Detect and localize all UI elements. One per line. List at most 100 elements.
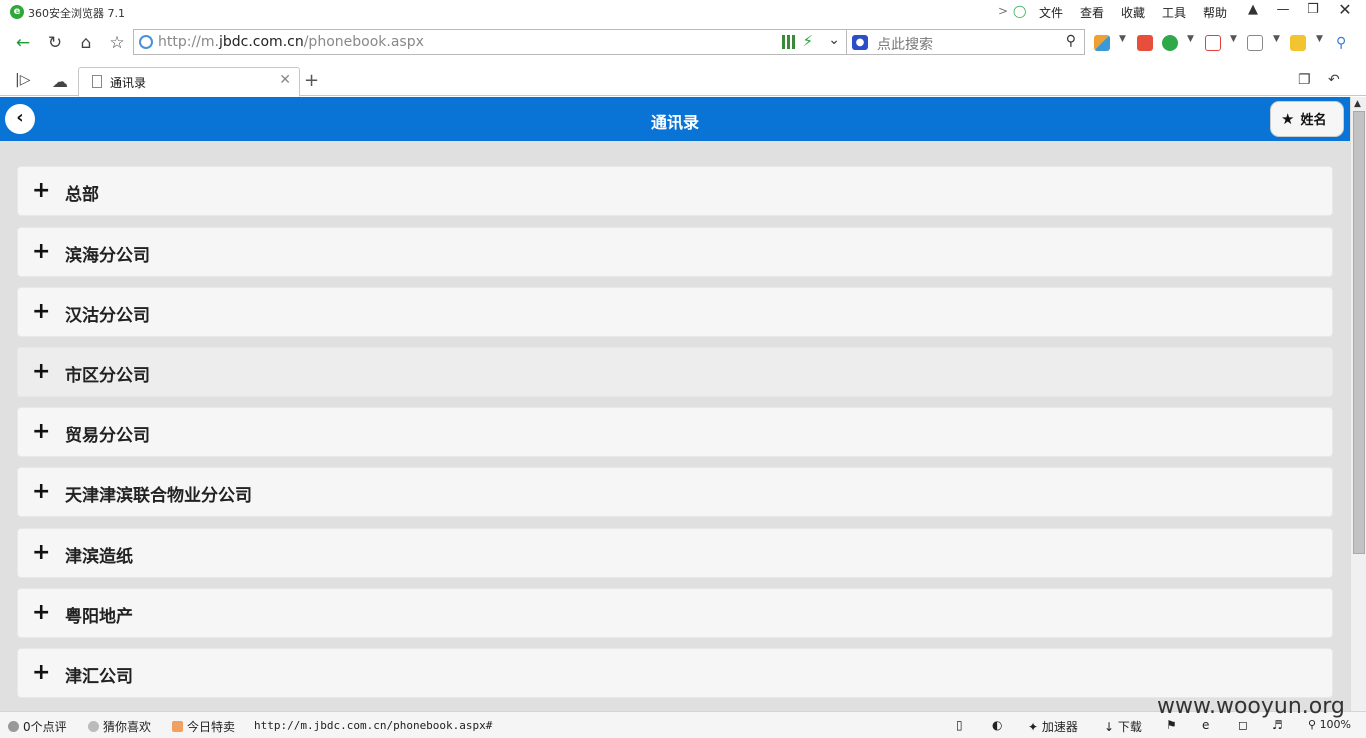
expand-icon[interactable]: +: [32, 479, 50, 505]
expand-icon[interactable]: +: [32, 359, 50, 385]
tab-bar: |▷ ☁ 通讯录 ✕ + ❐ ↶: [0, 64, 1366, 97]
chevron-down-icon[interactable]: ⌄: [828, 32, 840, 48]
scroll-up-icon[interactable]: ▲: [1354, 99, 1361, 109]
group-item[interactable]: + 贸易分公司: [17, 407, 1333, 457]
app-title: 360安全浏览器 7.1: [28, 7, 125, 20]
adblock-icon[interactable]: [1205, 35, 1221, 51]
chevron-down-icon[interactable]: ▼: [1316, 34, 1323, 44]
shield-icon[interactable]: [1162, 35, 1178, 51]
gift-icon[interactable]: [1290, 35, 1306, 51]
sort-by-name-button[interactable]: ★ 姓名: [1270, 101, 1344, 137]
new-tab-button[interactable]: +: [304, 70, 319, 91]
volume-icon[interactable]: ♬: [1272, 718, 1283, 732]
group-item[interactable]: + 津滨造纸: [17, 528, 1333, 578]
star-favorite-icon[interactable]: ☆: [104, 31, 130, 55]
flag-icon[interactable]: ⚑: [1166, 718, 1177, 732]
group-name: 总部: [65, 185, 99, 205]
title-bar: e 360安全浏览器 7.1 > ◯ 文件 查看 收藏 工具 帮助 ▲ — ❒ …: [0, 0, 1366, 24]
group-name: 市区分公司: [65, 366, 150, 386]
minimize-button[interactable]: —: [1268, 0, 1298, 20]
browser-logo-icon: e: [10, 5, 24, 19]
chevron-right-icon[interactable]: >: [998, 4, 1008, 18]
expand-icon[interactable]: +: [32, 299, 50, 325]
menu-view[interactable]: 查看: [1080, 4, 1104, 21]
tab-list-icon[interactable]: ❐: [1298, 72, 1311, 88]
chevron-down-icon[interactable]: ▼: [1119, 34, 1126, 44]
page-title: 通讯录: [650, 113, 699, 132]
menu-tools[interactable]: 工具: [1162, 4, 1186, 21]
zoom-icon: ⚲: [1308, 718, 1317, 731]
group-item[interactable]: + 津汇公司: [17, 648, 1333, 698]
close-tab-icon[interactable]: ✕: [279, 72, 291, 88]
menu-favorites[interactable]: 收藏: [1121, 4, 1145, 21]
qr-code-icon[interactable]: [782, 35, 796, 49]
calendar-icon[interactable]: [1137, 35, 1153, 51]
globe-icon: [139, 35, 153, 49]
group-name: 汉沽分公司: [65, 306, 150, 326]
search-icon[interactable]: ⚲: [1066, 33, 1076, 49]
close-window-button[interactable]: ✕: [1330, 0, 1360, 20]
page-content: ‹ 通讯录 ★ 姓名 + 总部 + 滨海分公司 + 汉沽分公司 + 市区分公司 +…: [0, 97, 1350, 711]
daily-deals-status[interactable]: 今日特卖: [172, 718, 235, 735]
expand-icon[interactable]: +: [32, 419, 50, 445]
rocket-icon: ✦: [1028, 720, 1039, 734]
download-button[interactable]: ↓ 下载: [1104, 718, 1142, 735]
guess-like-status[interactable]: 猜你喜欢: [88, 718, 151, 735]
chevron-down-icon[interactable]: ▼: [1273, 34, 1280, 44]
expand-icon[interactable]: +: [32, 600, 50, 626]
expand-icon[interactable]: +: [32, 660, 50, 686]
group-name: 天津津滨联合物业分公司: [65, 486, 252, 506]
undo-close-icon[interactable]: ↶: [1328, 72, 1340, 88]
speed-icon[interactable]: ◐: [992, 718, 1002, 732]
phone-icon[interactable]: ▯: [956, 718, 963, 732]
expand-icon[interactable]: +: [32, 178, 50, 204]
apps-icon[interactable]: [1094, 35, 1110, 51]
expand-icon[interactable]: +: [32, 239, 50, 265]
group-item[interactable]: + 市区分公司: [17, 347, 1333, 397]
cloud-icon[interactable]: ☁: [52, 72, 68, 91]
menu-help[interactable]: 帮助: [1203, 4, 1227, 21]
menu-file[interactable]: 文件: [1039, 4, 1063, 21]
magnifier-icon[interactable]: ⚲: [1336, 35, 1352, 51]
lightning-icon[interactable]: ⚡: [802, 32, 813, 50]
group-name: 津滨造纸: [65, 547, 133, 567]
reviews-status[interactable]: 0个点评: [8, 718, 67, 735]
accelerator-button[interactable]: ✦ 加速器: [1028, 718, 1078, 735]
group-item[interactable]: + 天津津滨联合物业分公司: [17, 467, 1333, 517]
page-header: ‹ 通讯录 ★ 姓名: [0, 97, 1350, 141]
home-icon[interactable]: ⌂: [73, 31, 99, 55]
vertical-scrollbar[interactable]: ▲: [1350, 97, 1366, 711]
group-item[interactable]: + 汉沽分公司: [17, 287, 1333, 337]
group-name: 津汇公司: [65, 667, 133, 687]
url-text[interactable]: http://m.jbdc.com.cn/phonebook.aspx: [158, 34, 424, 50]
ie-icon[interactable]: e: [1202, 718, 1209, 732]
tab-label: 通讯录: [110, 76, 147, 90]
search-box[interactable]: ● 点此搜索 ⚲: [847, 29, 1085, 55]
group-name: 粤阳地产: [65, 607, 133, 627]
restore-button[interactable]: ❒: [1298, 0, 1328, 20]
group-item[interactable]: + 总部: [17, 166, 1333, 216]
search-placeholder[interactable]: 点此搜索: [877, 34, 933, 54]
skin-icon[interactable]: ▲: [1238, 0, 1268, 20]
screenshot-icon[interactable]: [1247, 35, 1263, 51]
watermark: www.wooyun.org: [1157, 694, 1345, 719]
chevron-down-icon[interactable]: ▼: [1187, 34, 1194, 44]
sidebar-toggle-icon[interactable]: |▷: [15, 72, 30, 88]
toolbar: ← ↻ ⌂ ☆ http://m.jbdc.com.cn/phonebook.a…: [0, 24, 1366, 64]
tab-phonebook[interactable]: 通讯录 ✕: [78, 67, 300, 97]
user-icon[interactable]: ◯: [1013, 4, 1026, 18]
window-icon[interactable]: ◻: [1238, 718, 1248, 732]
download-icon: ↓: [1104, 720, 1115, 734]
group-item[interactable]: + 粤阳地产: [17, 588, 1333, 638]
group-item[interactable]: + 滨海分公司: [17, 227, 1333, 277]
expand-icon[interactable]: +: [32, 540, 50, 566]
url-bar[interactable]: http://m.jbdc.com.cn/phonebook.aspx ⚡ ⌄: [133, 29, 847, 55]
baidu-icon[interactable]: ●: [852, 35, 868, 50]
group-name: 贸易分公司: [65, 426, 150, 446]
refresh-icon[interactable]: ↻: [42, 31, 68, 55]
scrollbar-thumb[interactable]: [1353, 111, 1365, 554]
zoom-control[interactable]: ⚲ 100%: [1308, 718, 1351, 731]
back-arrow-icon[interactable]: ←: [10, 31, 36, 55]
star-icon: ★: [1281, 110, 1295, 128]
chevron-down-icon[interactable]: ▼: [1230, 34, 1237, 44]
